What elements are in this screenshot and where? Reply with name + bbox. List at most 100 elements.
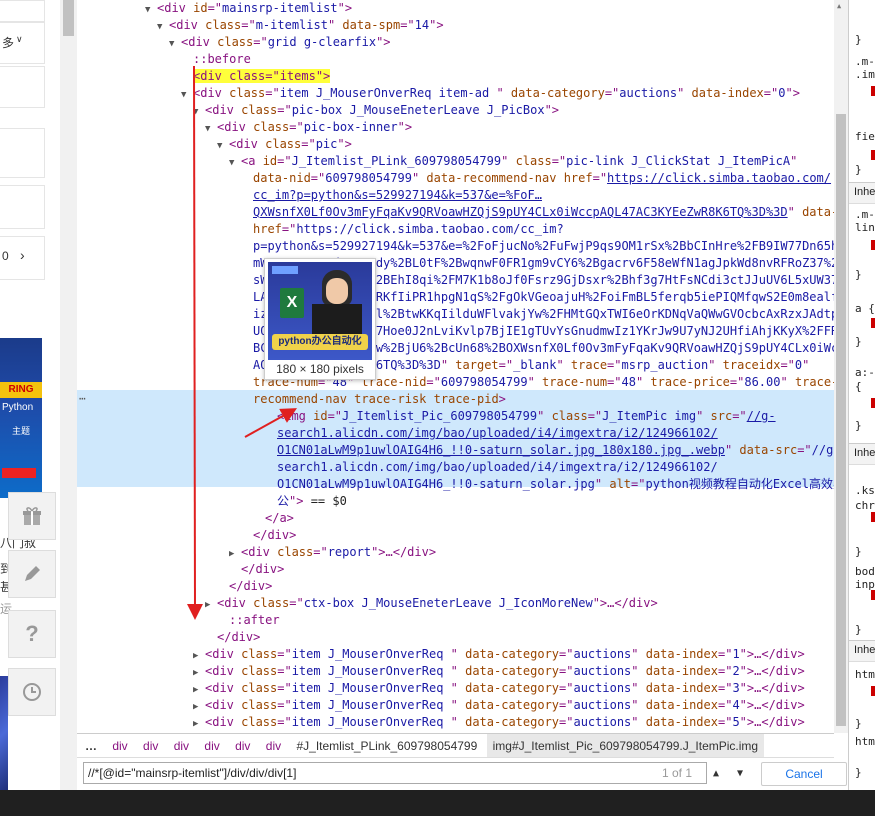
style-rule-text[interactable]: htm [855, 668, 875, 681]
style-rule-text[interactable]: } [855, 766, 862, 779]
dom-node-line[interactable]: search1.alicdn.com/img/bao/uploaded/i4/i… [77, 425, 834, 442]
breadcrumb-item[interactable]: div [137, 734, 164, 758]
dom-node-line[interactable]: QXWsnfX0Lf0Ov3mFyFqaKv9QRVoawHZQjS9pUY4C… [77, 204, 834, 221]
style-rule-text[interactable]: } [855, 419, 862, 432]
dom-node-line[interactable]: ▼ <div class="grid g-clearfix"> [77, 34, 834, 51]
history-button[interactable] [8, 668, 56, 716]
dom-node-line[interactable]: ▼ <div class="pic"> [77, 136, 834, 153]
style-rule-text[interactable]: a { [855, 302, 875, 315]
breadcrumb-more[interactable]: … [77, 734, 103, 758]
style-rule-text[interactable]: .m- [855, 55, 875, 68]
dom-node-line[interactable]: <img id="J_Itemlist_Pic_609798054799" cl… [77, 408, 834, 425]
style-rule-text[interactable]: } [855, 335, 862, 348]
dom-node-line[interactable]: href="https://click.simba.taobao.com/cc_… [77, 221, 834, 238]
dom-node-line[interactable]: ::after [77, 612, 834, 629]
styles-section-header[interactable]: Inhe [849, 443, 875, 465]
edit-button[interactable] [8, 550, 56, 598]
dom-node-line[interactable]: ▶<div class="item J_MouserOnverReq " dat… [77, 680, 834, 697]
product-thumbnail[interactable] [0, 676, 8, 790]
dom-node-line[interactable]: UQN7xo9DgGBqX9P0u7Hoe0J2nLviKvlp7BjIE1gT… [77, 323, 834, 340]
elements-scrollbar-thumb[interactable] [836, 114, 846, 726]
dom-node-line[interactable]: ▶<div class="item J_MouserOnverReq " dat… [77, 646, 834, 663]
style-rule-text[interactable]: } [855, 623, 862, 636]
breadcrumb-item[interactable]: div [106, 734, 133, 758]
dom-node-line[interactable]: ::before [77, 51, 834, 68]
dom-node-line[interactable]: <div class="items"> [77, 68, 834, 85]
dom-node-line[interactable]: ▶ <div class="ctx-box J_MouseEneterLeave … [77, 595, 834, 612]
breadcrumb-item[interactable]: div [229, 734, 256, 758]
dom-node-line[interactable]: AQL47AC3KYEeZwR8K6TQ%3D%3D" target="_bla… [77, 357, 834, 374]
style-rule-text[interactable]: } [855, 545, 862, 558]
dom-token: " [556, 358, 571, 372]
style-rule-text[interactable]: } [855, 717, 862, 730]
dom-node-line[interactable]: p=python&s=529927194&k=537&e=%2FoFjucNo%… [77, 238, 834, 255]
dom-node-line[interactable]: recommend-nav trace-risk trace-pid> [77, 391, 834, 408]
dom-node-line[interactable]: BCTlu1T%2FyAiJOlkw%2BjU6%2BcUn68%2BOXWsn… [77, 340, 834, 357]
dom-node-line[interactable]: search1.alicdn.com/img/bao/uploaded/i4/i… [77, 459, 834, 476]
dom-node-line[interactable]: O1CN01aLwM9p1uwlOAIG4H6_!!0-saturn_solar… [77, 442, 834, 459]
styles-panel[interactable]: Inhe Inhe Inhe} .m- .im fie} .m-lin} a {} a:-{}.… [848, 0, 875, 790]
dom-node-line[interactable]: </div> [77, 527, 834, 544]
dom-node-line[interactable]: mWPwFtZPDTJdMXPPIdy%2BL0tF%2BwqnwF0FR1gm… [77, 255, 834, 272]
style-rule-text[interactable]: .m- [855, 208, 875, 221]
dom-node-line[interactable]: ▼ <div class="pic-box-inner"> [77, 119, 834, 136]
style-rule-text[interactable]: } [855, 163, 862, 176]
dom-node-line[interactable]: </div> [77, 578, 834, 595]
dom-node-line[interactable]: ▼ <a id="J_Itemlist_PLink_609798054799" c… [77, 153, 834, 170]
dom-node-line[interactable]: ▶<div class="item J_MouserOnverReq " dat… [77, 663, 834, 680]
breadcrumb-item[interactable]: div [198, 734, 225, 758]
style-rule-text[interactable]: .im [855, 68, 875, 81]
style-rule-text[interactable]: lin [855, 221, 875, 234]
style-rule-text[interactable]: { [855, 380, 862, 393]
product-thumbnail[interactable]: RING Python 主题 [0, 338, 42, 498]
page-scrollbar[interactable] [60, 0, 77, 790]
styles-section-header[interactable]: Inhe [849, 182, 875, 204]
elements-tree[interactable]: ⋯ ▼ <div id="mainsrp-itemlist"> ▼ <div clas… [77, 0, 834, 733]
elements-scrollbar[interactable]: ▲ [834, 0, 848, 733]
dom-node-line[interactable]: </a> [77, 510, 834, 527]
help-button[interactable]: ? [8, 610, 56, 658]
page-cell[interactable]: 多 ∨ [0, 22, 45, 64]
dom-node-line[interactable]: trace-num="48" trace-nid="609798054799" … [77, 374, 834, 391]
style-rule-text[interactable]: } [855, 268, 862, 281]
previous-match-button[interactable]: ▲ [707, 764, 725, 782]
dom-node-line[interactable]: O1CN01aLwM9p1uwlOAIG4H6_!!0-saturn_solar… [77, 476, 834, 493]
breadcrumb-item[interactable]: div [260, 734, 287, 758]
breadcrumb-link-item[interactable]: #J_Itemlist_PLink_609798054799 [290, 734, 483, 758]
dom-node-line[interactable]: ▼ <div class="item J_MouserOnverReq item-… [77, 85, 834, 102]
cancel-button[interactable]: Cancel [761, 762, 847, 786]
style-rule-text[interactable]: htm [855, 735, 875, 748]
style-rule-text[interactable]: } [855, 33, 862, 46]
chevron-right-icon[interactable]: › [20, 247, 25, 263]
dom-node-line[interactable]: izBGHcqE1SnL%2BLcl%2BtwKKqIilduWFlvakjYw… [77, 306, 834, 323]
dom-node-line[interactable]: ▶<div class="item J_MouserOnverReq " dat… [77, 714, 834, 731]
search-input[interactable] [83, 762, 707, 784]
dom-token: =" [207, 1, 223, 15]
style-rule-text[interactable]: bod [855, 565, 875, 578]
next-match-button[interactable]: ▼ [731, 764, 749, 782]
dom-node-line[interactable]: cc_im?p=python&s=529927194&k=537&e=%FoF… [77, 187, 834, 204]
breadcrumb-selected-item[interactable]: img#J_Itemlist_Pic_609798054799.J_ItemPi… [486, 734, 765, 758]
style-rule-text[interactable]: chr [855, 499, 875, 512]
dom-node-line[interactable]: ▼ <div id="mainsrp-itemlist"> [77, 0, 834, 17]
style-rule-text[interactable]: fie [855, 130, 875, 143]
dom-node-line[interactable]: </div> [77, 629, 834, 646]
pager-cell[interactable]: 0 › [0, 236, 45, 280]
dom-node-line[interactable]: ▶ <div class="report">…</div> [77, 544, 834, 561]
dom-node-line[interactable]: </div> [77, 561, 834, 578]
breadcrumb-item[interactable]: div [168, 734, 195, 758]
dom-node-line[interactable]: data-nid="609798054799" data-recommend-n… [77, 170, 834, 187]
styles-section-header[interactable]: Inhe [849, 640, 875, 662]
dom-node-line[interactable]: sWwpKxWnWAAsuHZqY2BEhI8qi%2FM7K1b8oJf0Fs… [77, 272, 834, 289]
style-rule-text[interactable]: a:- [855, 366, 875, 379]
dom-node-line[interactable]: ▼ <div class="pic-box J_MouseEneterLeave … [77, 102, 834, 119]
style-rule-text[interactable]: .ks [855, 484, 875, 497]
gift-button[interactable] [8, 492, 56, 540]
dom-node-line[interactable]: ▼ <div class="m-itemlist" data-spm="14"> [77, 17, 834, 34]
page-scrollbar-thumb[interactable] [63, 0, 74, 36]
scroll-up-arrow-icon[interactable]: ▲ [837, 2, 841, 10]
style-override-marker [871, 398, 875, 408]
dom-node-line[interactable]: 公"> == $0 [77, 493, 834, 510]
dom-node-line[interactable]: ▶<div class="item J_MouserOnverReq " dat… [77, 697, 834, 714]
dom-node-line[interactable]: LA5ea6NT4UTBQ%2BERKfIiPR1hpgN1qS%2FgOkVG… [77, 289, 834, 306]
